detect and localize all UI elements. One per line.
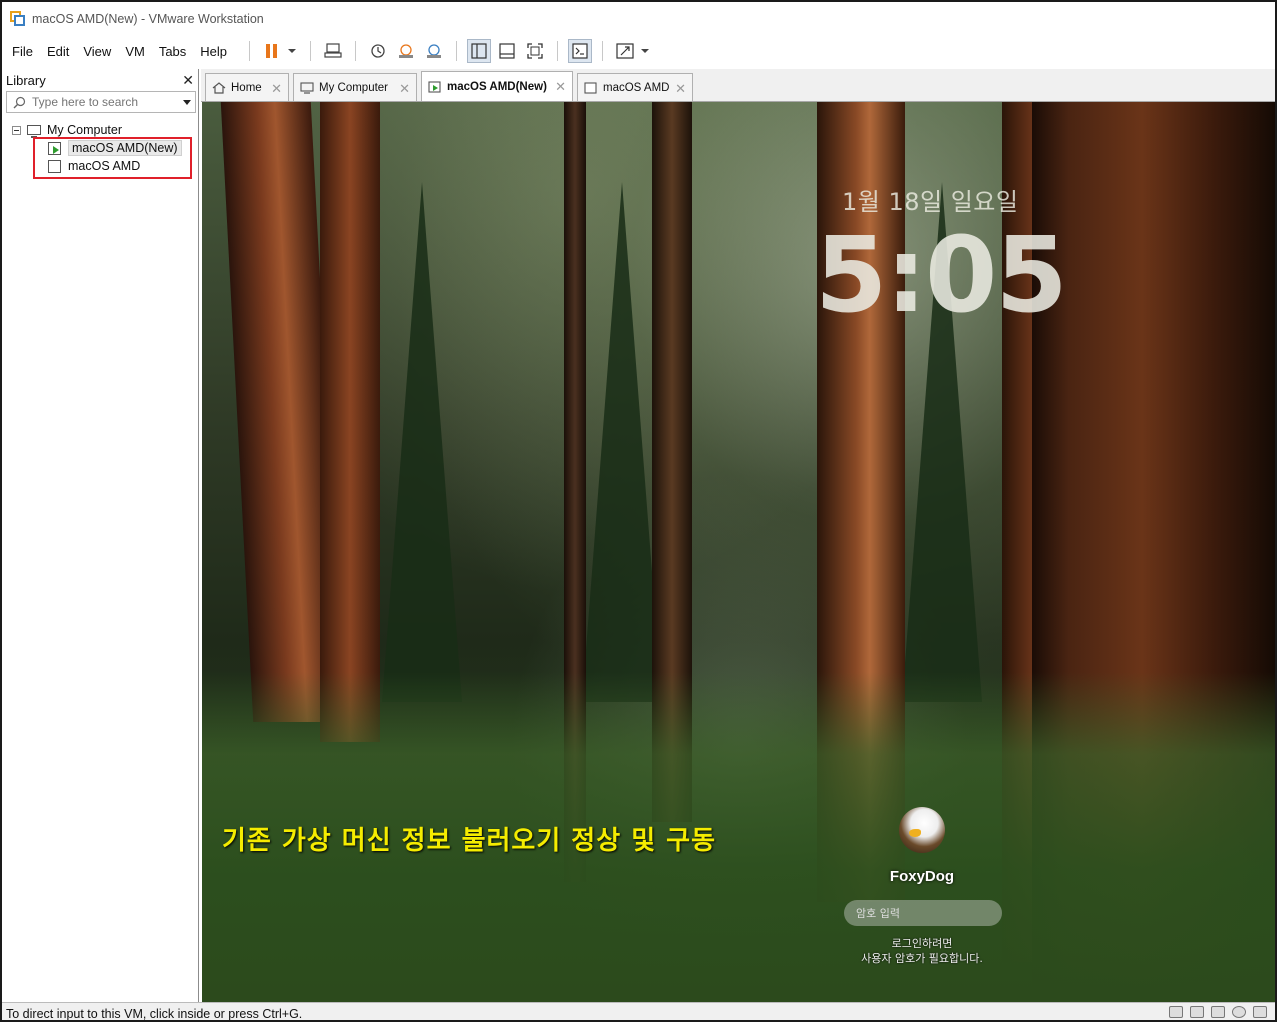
stretch-dropdown-arrow[interactable] [641, 49, 650, 53]
toolbar-separator [557, 41, 559, 61]
title-bar: macOS AMD(New) - VMware Workstation [2, 2, 1275, 35]
revert-snapshot-icon [399, 44, 414, 58]
search-icon [13, 96, 26, 108]
library-title: Library [6, 72, 46, 88]
close-tab-icon[interactable]: ✕ [675, 81, 686, 97]
thumbnail-bar-button[interactable] [495, 39, 519, 63]
menu-file[interactable]: File [12, 44, 33, 59]
vm-icon [584, 81, 597, 94]
toolbar-separator [602, 41, 604, 61]
user-name: FoxyDog [889, 868, 955, 885]
tab-home[interactable]: Home ✕ [205, 73, 289, 101]
fullscreen-icon [527, 43, 543, 59]
power-dropdown-arrow[interactable] [288, 49, 297, 53]
hard-disk-icon[interactable] [1190, 1006, 1204, 1018]
overlay-caption: 기존 가상 머신 정보 불러오기 정상 및 구동 [222, 826, 717, 856]
full-screen-button[interactable] [523, 39, 547, 63]
vm-running-icon [428, 80, 441, 93]
tab-macos-amd[interactable]: macOS AMD ✕ [577, 73, 693, 101]
tree-label: My Computer [47, 123, 123, 137]
computer-icon [300, 81, 314, 94]
tab-label: Home [231, 81, 262, 94]
vm-console[interactable]: 1월 18일 일요일 5:05 기존 가상 머신 정보 불러오기 정상 및 구동… [202, 102, 1275, 1002]
vmware-logo-icon [10, 10, 26, 27]
vm-icon [48, 159, 61, 173]
menu-bar: File Edit View VM Tabs Help [2, 35, 1275, 67]
tree-item-my-computer[interactable]: My Computer [4, 121, 198, 139]
stretch-guest-icon [616, 43, 634, 59]
search-dropdown-arrow[interactable] [183, 100, 191, 105]
send-ctrl-alt-del-button[interactable] [321, 39, 345, 63]
snapshot-manager-button[interactable] [422, 39, 446, 63]
user-avatar[interactable] [899, 807, 945, 853]
close-tab-icon[interactable]: ✕ [555, 79, 566, 95]
lock-screen-date: 1월 18일 일요일 [842, 188, 1019, 216]
password-field[interactable] [844, 900, 1002, 926]
tab-label: macOS AMD [603, 81, 670, 94]
close-library-icon[interactable]: ✕ [182, 72, 194, 89]
toolbar-separator [355, 41, 357, 61]
wallpaper-trunk [320, 102, 380, 742]
toolbar-separator [249, 41, 251, 61]
login-hint-line2: 사용자 암호가 필요합니다. [861, 952, 983, 965]
revert-snapshot-button[interactable] [394, 39, 418, 63]
console-view-button[interactable] [568, 39, 593, 63]
window-title: macOS AMD(New) - VMware Workstation [32, 11, 264, 26]
console-view-icon [572, 43, 588, 59]
device-status-icons [1162, 1006, 1267, 1018]
eagle-icon [909, 829, 921, 837]
login-hint-line1: 로그인하려면 [891, 937, 953, 950]
send-ctrl-alt-del-icon [324, 43, 342, 58]
pause-icon [266, 44, 278, 58]
tab-label: macOS AMD(New) [447, 80, 547, 93]
menu-help[interactable]: Help [200, 44, 227, 59]
home-icon [212, 81, 226, 94]
login-hint: 로그인하려면 사용자 암호가 필요합니다. [852, 936, 992, 966]
show-library-icon [471, 43, 487, 59]
network-icon[interactable] [1253, 1006, 1267, 1018]
menu-tabs[interactable]: Tabs [159, 44, 186, 59]
collapse-icon[interactable] [12, 125, 21, 135]
snapshot-manager-icon [427, 44, 442, 58]
tree-item-vm[interactable]: macOS AMD(New) [4, 139, 198, 157]
lock-screen-time: 5:05 [815, 214, 1068, 336]
close-tab-icon[interactable]: ✕ [399, 81, 410, 97]
hard-disk-icon[interactable] [1211, 1006, 1225, 1018]
status-bar: To direct input to this VM, click inside… [2, 1002, 1275, 1021]
vm-tree: My Computer macOS AMD(New) macOS AMD [4, 121, 198, 175]
wallpaper-tree [382, 182, 462, 702]
library-header: Library ✕ [4, 69, 198, 91]
tree-label: macOS AMD [68, 159, 141, 173]
tab-my-computer[interactable]: My Computer ✕ [293, 73, 417, 101]
library-pane: Library ✕ My Computer macOS AMD(New) mac… [4, 69, 199, 1002]
tree-item-vm[interactable]: macOS AMD [4, 157, 198, 175]
menu-vm[interactable]: VM [125, 44, 145, 59]
menu-edit[interactable]: Edit [47, 44, 69, 59]
snapshot-icon [371, 44, 385, 58]
stretch-guest-button[interactable] [613, 39, 637, 63]
tab-bar: Home ✕ My Computer ✕ macOS AMD(New) ✕ ma… [201, 69, 1275, 102]
status-text: To direct input to this VM, click inside… [6, 1006, 303, 1021]
cd-dvd-icon[interactable] [1232, 1006, 1246, 1018]
app-window: macOS AMD(New) - VMware Workstation File… [0, 0, 1277, 1022]
toolbar-separator [456, 41, 458, 61]
show-library-button[interactable] [467, 39, 492, 63]
thumbnail-bar-icon [499, 43, 515, 59]
pause-button[interactable] [260, 39, 284, 63]
menu-view[interactable]: View [83, 44, 111, 59]
close-tab-icon[interactable]: ✕ [271, 81, 282, 97]
library-search-box[interactable] [6, 91, 196, 113]
tab-macos-amd-new[interactable]: macOS AMD(New) ✕ [421, 71, 573, 101]
hard-disk-icon[interactable] [1169, 1006, 1183, 1018]
toolbar-separator [310, 41, 312, 61]
computer-icon [27, 125, 41, 138]
tab-label: My Computer [319, 81, 389, 94]
library-search-input[interactable] [32, 95, 172, 109]
take-snapshot-button[interactable] [366, 39, 390, 63]
vm-running-icon [48, 141, 61, 155]
wallpaper-tree [582, 182, 662, 702]
tree-label: macOS AMD(New) [68, 140, 182, 156]
